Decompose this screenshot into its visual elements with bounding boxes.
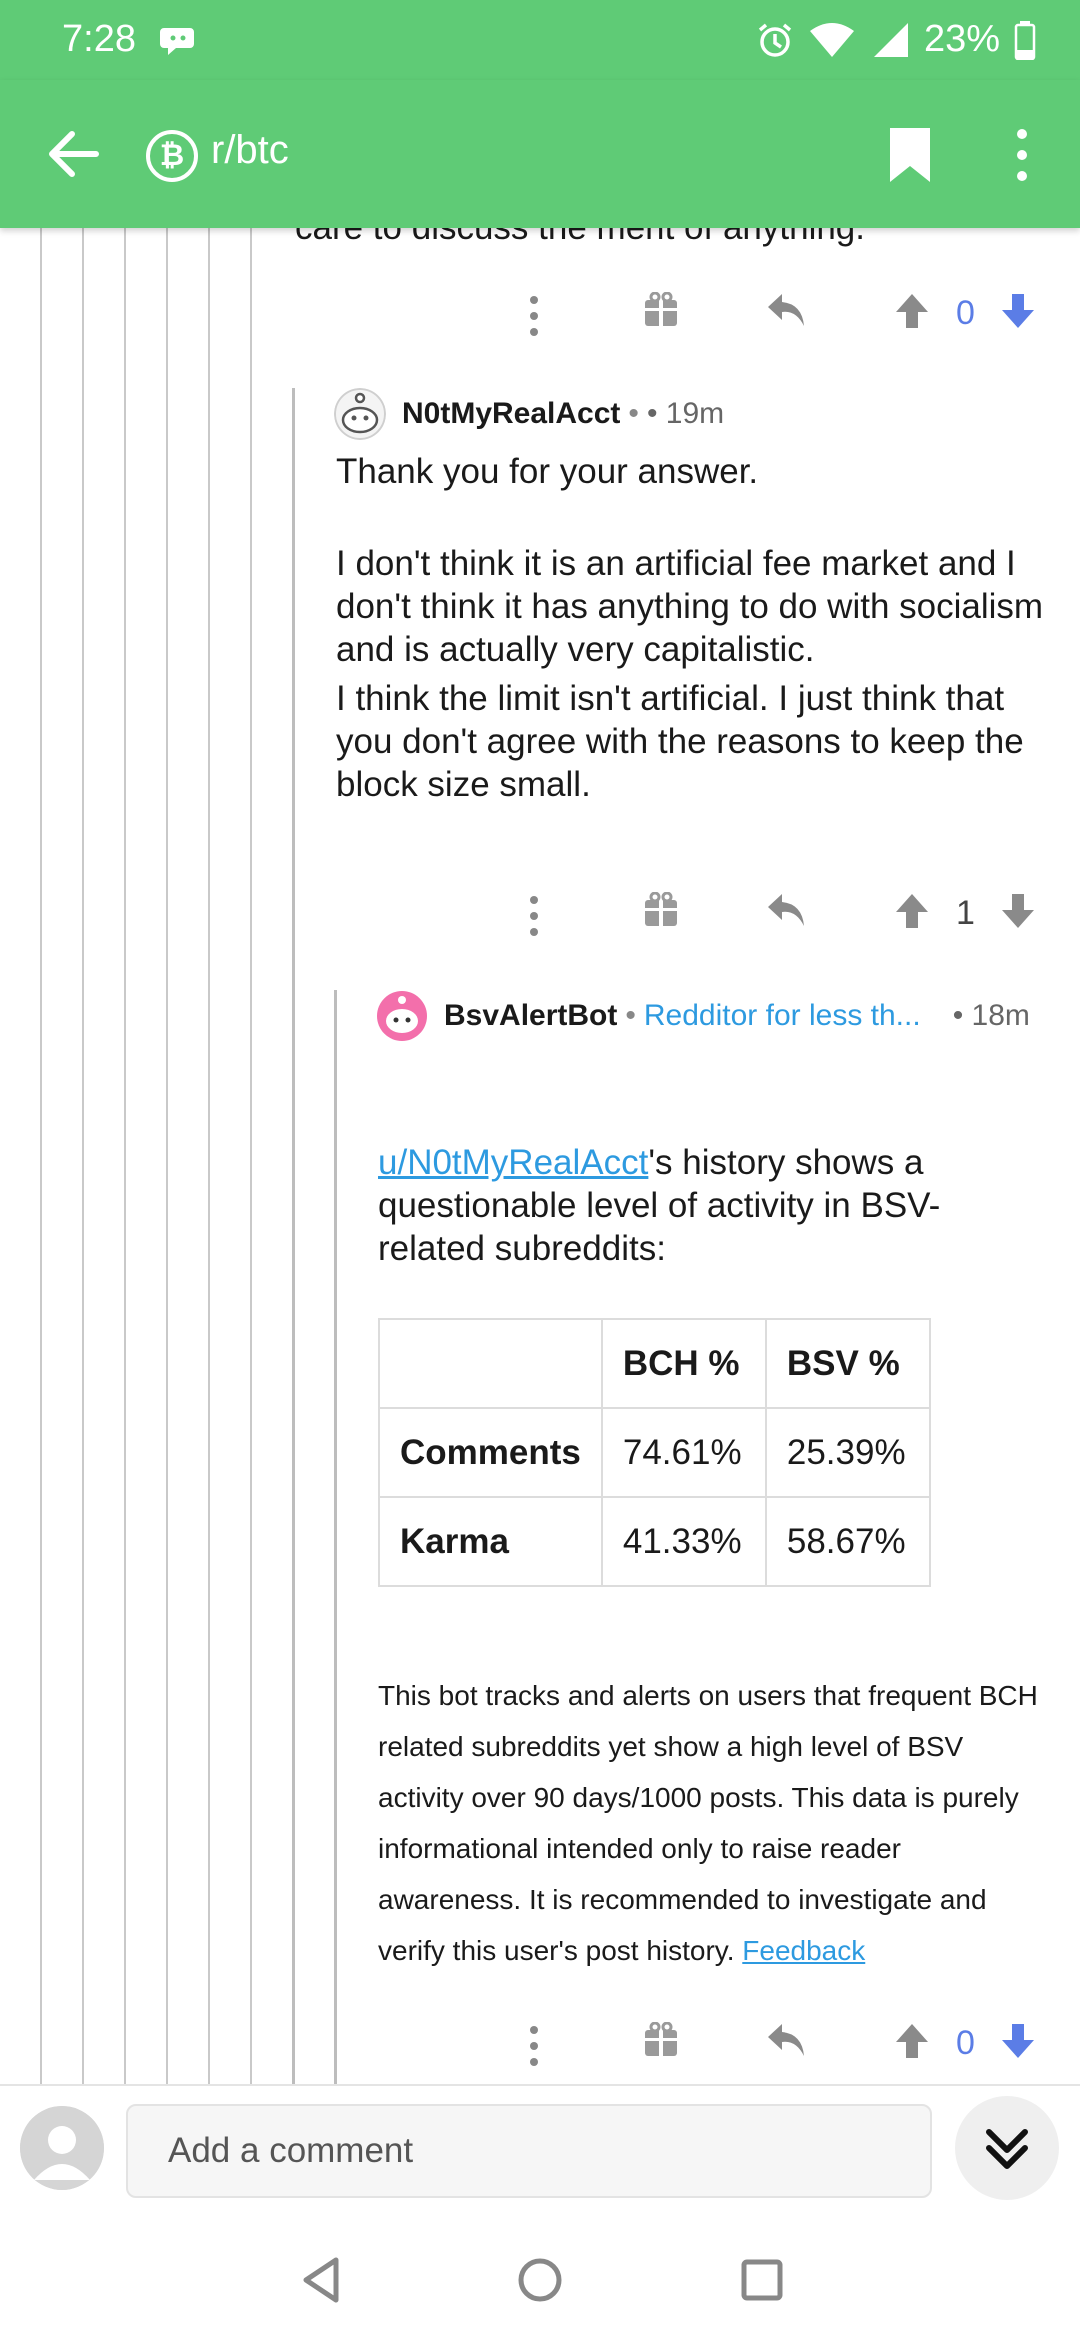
- back-arrow-icon[interactable]: [44, 126, 104, 182]
- comment-collapse-line[interactable]: [292, 388, 295, 2084]
- activity-table: BCH % BSV % Comments 74.61% 25.39% Karma…: [378, 1318, 931, 1587]
- table-cell: 74.61%: [600, 1407, 767, 1498]
- more-vertical-icon[interactable]: [526, 892, 542, 940]
- thread-line[interactable]: [124, 228, 126, 2084]
- comment-score: 0: [956, 2024, 975, 2062]
- comment-score: 1: [956, 894, 975, 932]
- comment-collapse-line[interactable]: [334, 990, 337, 2084]
- reply-icon[interactable]: [766, 292, 806, 328]
- flair-separator: •: [628, 397, 639, 430]
- table-cell: 58.67%: [764, 1496, 931, 1587]
- avatar[interactable]: [376, 990, 428, 1042]
- reply-icon[interactable]: [766, 892, 806, 928]
- downvote-icon[interactable]: [1000, 292, 1036, 330]
- user-avatar-icon[interactable]: [20, 2106, 104, 2190]
- chevron-double-down-icon: [986, 2129, 1028, 2169]
- more-vertical-icon[interactable]: [526, 2022, 542, 2070]
- add-comment-input[interactable]: [126, 2104, 932, 2198]
- award-icon[interactable]: [644, 2022, 678, 2058]
- bitcoin-icon: ₿: [146, 130, 198, 182]
- more-vertical-icon[interactable]: [1004, 126, 1040, 184]
- comment-age: • 19m: [646, 397, 725, 430]
- bot-note: This bot tracks and alerts on users that…: [378, 1670, 1048, 1976]
- comment-actions: 0: [0, 2016, 1080, 2076]
- table-header-cell: [378, 1318, 603, 1409]
- avatar[interactable]: [334, 388, 386, 440]
- more-vertical-icon[interactable]: [526, 292, 542, 340]
- table-cell: Karma: [378, 1496, 603, 1587]
- comment-age: • 18m: [952, 999, 1030, 1032]
- comment-actions: 1: [0, 886, 1080, 946]
- status-time: 7:28: [62, 18, 136, 60]
- nav-home-icon[interactable]: [510, 2250, 570, 2310]
- bot-note-text: This bot tracks and alerts on users that…: [378, 1680, 1038, 1966]
- battery-percent: 23%: [923, 18, 1000, 60]
- comment-author[interactable]: BsvAlertBot: [444, 999, 617, 1033]
- nav-back-icon[interactable]: [292, 2250, 352, 2310]
- downvote-icon[interactable]: [1000, 2022, 1036, 2060]
- alarm-icon: [758, 23, 792, 57]
- comment-paragraph: I don't think it is an artificial fee ma…: [336, 544, 1044, 669]
- jump-to-next-button[interactable]: [955, 2096, 1059, 2200]
- user-mention-link[interactable]: u/N0tMyRealAcct: [378, 1143, 648, 1182]
- comment-author[interactable]: N0tMyRealAcct: [402, 397, 620, 431]
- feedback-link[interactable]: Feedback: [742, 1935, 865, 1966]
- signal-icon: [873, 22, 908, 57]
- app-bar: ₿ r/btc: [0, 80, 1080, 228]
- thread-line[interactable]: [166, 228, 168, 2084]
- award-icon[interactable]: [644, 292, 678, 328]
- thread-line[interactable]: [82, 228, 84, 2084]
- table-cell: Comments: [378, 1407, 603, 1498]
- comment-thread: care to discuss the merit of anything. 0…: [0, 228, 1080, 2084]
- comment-header: N0tMyRealAcct • • 19m: [334, 388, 724, 440]
- thread-line[interactable]: [40, 228, 42, 2084]
- bot-intro: u/N0tMyRealAcct's history shows a questi…: [378, 1141, 998, 1270]
- award-icon[interactable]: [644, 892, 678, 928]
- downvote-icon[interactable]: [1000, 892, 1036, 930]
- comment-paragraph: I think the limit isn't artificial. I ju…: [336, 679, 1024, 804]
- table-row: Comments 74.61% 25.39%: [378, 1407, 931, 1498]
- table-row: Karma 41.33% 58.67%: [378, 1496, 931, 1587]
- thread-line[interactable]: [208, 228, 210, 2084]
- table-header-cell: BCH %: [600, 1318, 767, 1409]
- system-nav-bar: [0, 2214, 1080, 2340]
- parent-comment-text: care to discuss the merit of anything.: [295, 228, 865, 249]
- upvote-icon[interactable]: [894, 892, 930, 930]
- thread-line[interactable]: [250, 228, 252, 2084]
- upvote-icon[interactable]: [894, 2022, 930, 2060]
- table-header-row: BCH % BSV %: [378, 1318, 931, 1409]
- wifi-icon: [809, 22, 854, 57]
- subreddit-name[interactable]: r/btc: [211, 128, 289, 173]
- status-bar: 7:28 23%: [0, 0, 1080, 80]
- nav-recents-icon[interactable]: [732, 2250, 792, 2310]
- reply-icon[interactable]: [766, 2022, 806, 2058]
- battery-icon: [1014, 20, 1036, 60]
- comment-composer: [0, 2084, 1080, 2216]
- table-header-cell: BSV %: [764, 1318, 931, 1409]
- comment-paragraph: Thank you for your answer.: [336, 452, 759, 491]
- table-cell: 25.39%: [764, 1407, 931, 1498]
- bookmark-icon[interactable]: [886, 126, 934, 184]
- comment-header: BsvAlertBot • Redditor for less th... • …: [376, 990, 1030, 1042]
- table-cell: 41.33%: [600, 1496, 767, 1587]
- upvote-icon[interactable]: [894, 292, 930, 330]
- flair-separator: •: [625, 999, 636, 1032]
- user-flair: Redditor for less th...: [643, 999, 921, 1032]
- notification-icon: [160, 28, 194, 55]
- parent-comment-actions: 0: [0, 286, 1080, 346]
- parent-score: 0: [956, 294, 975, 332]
